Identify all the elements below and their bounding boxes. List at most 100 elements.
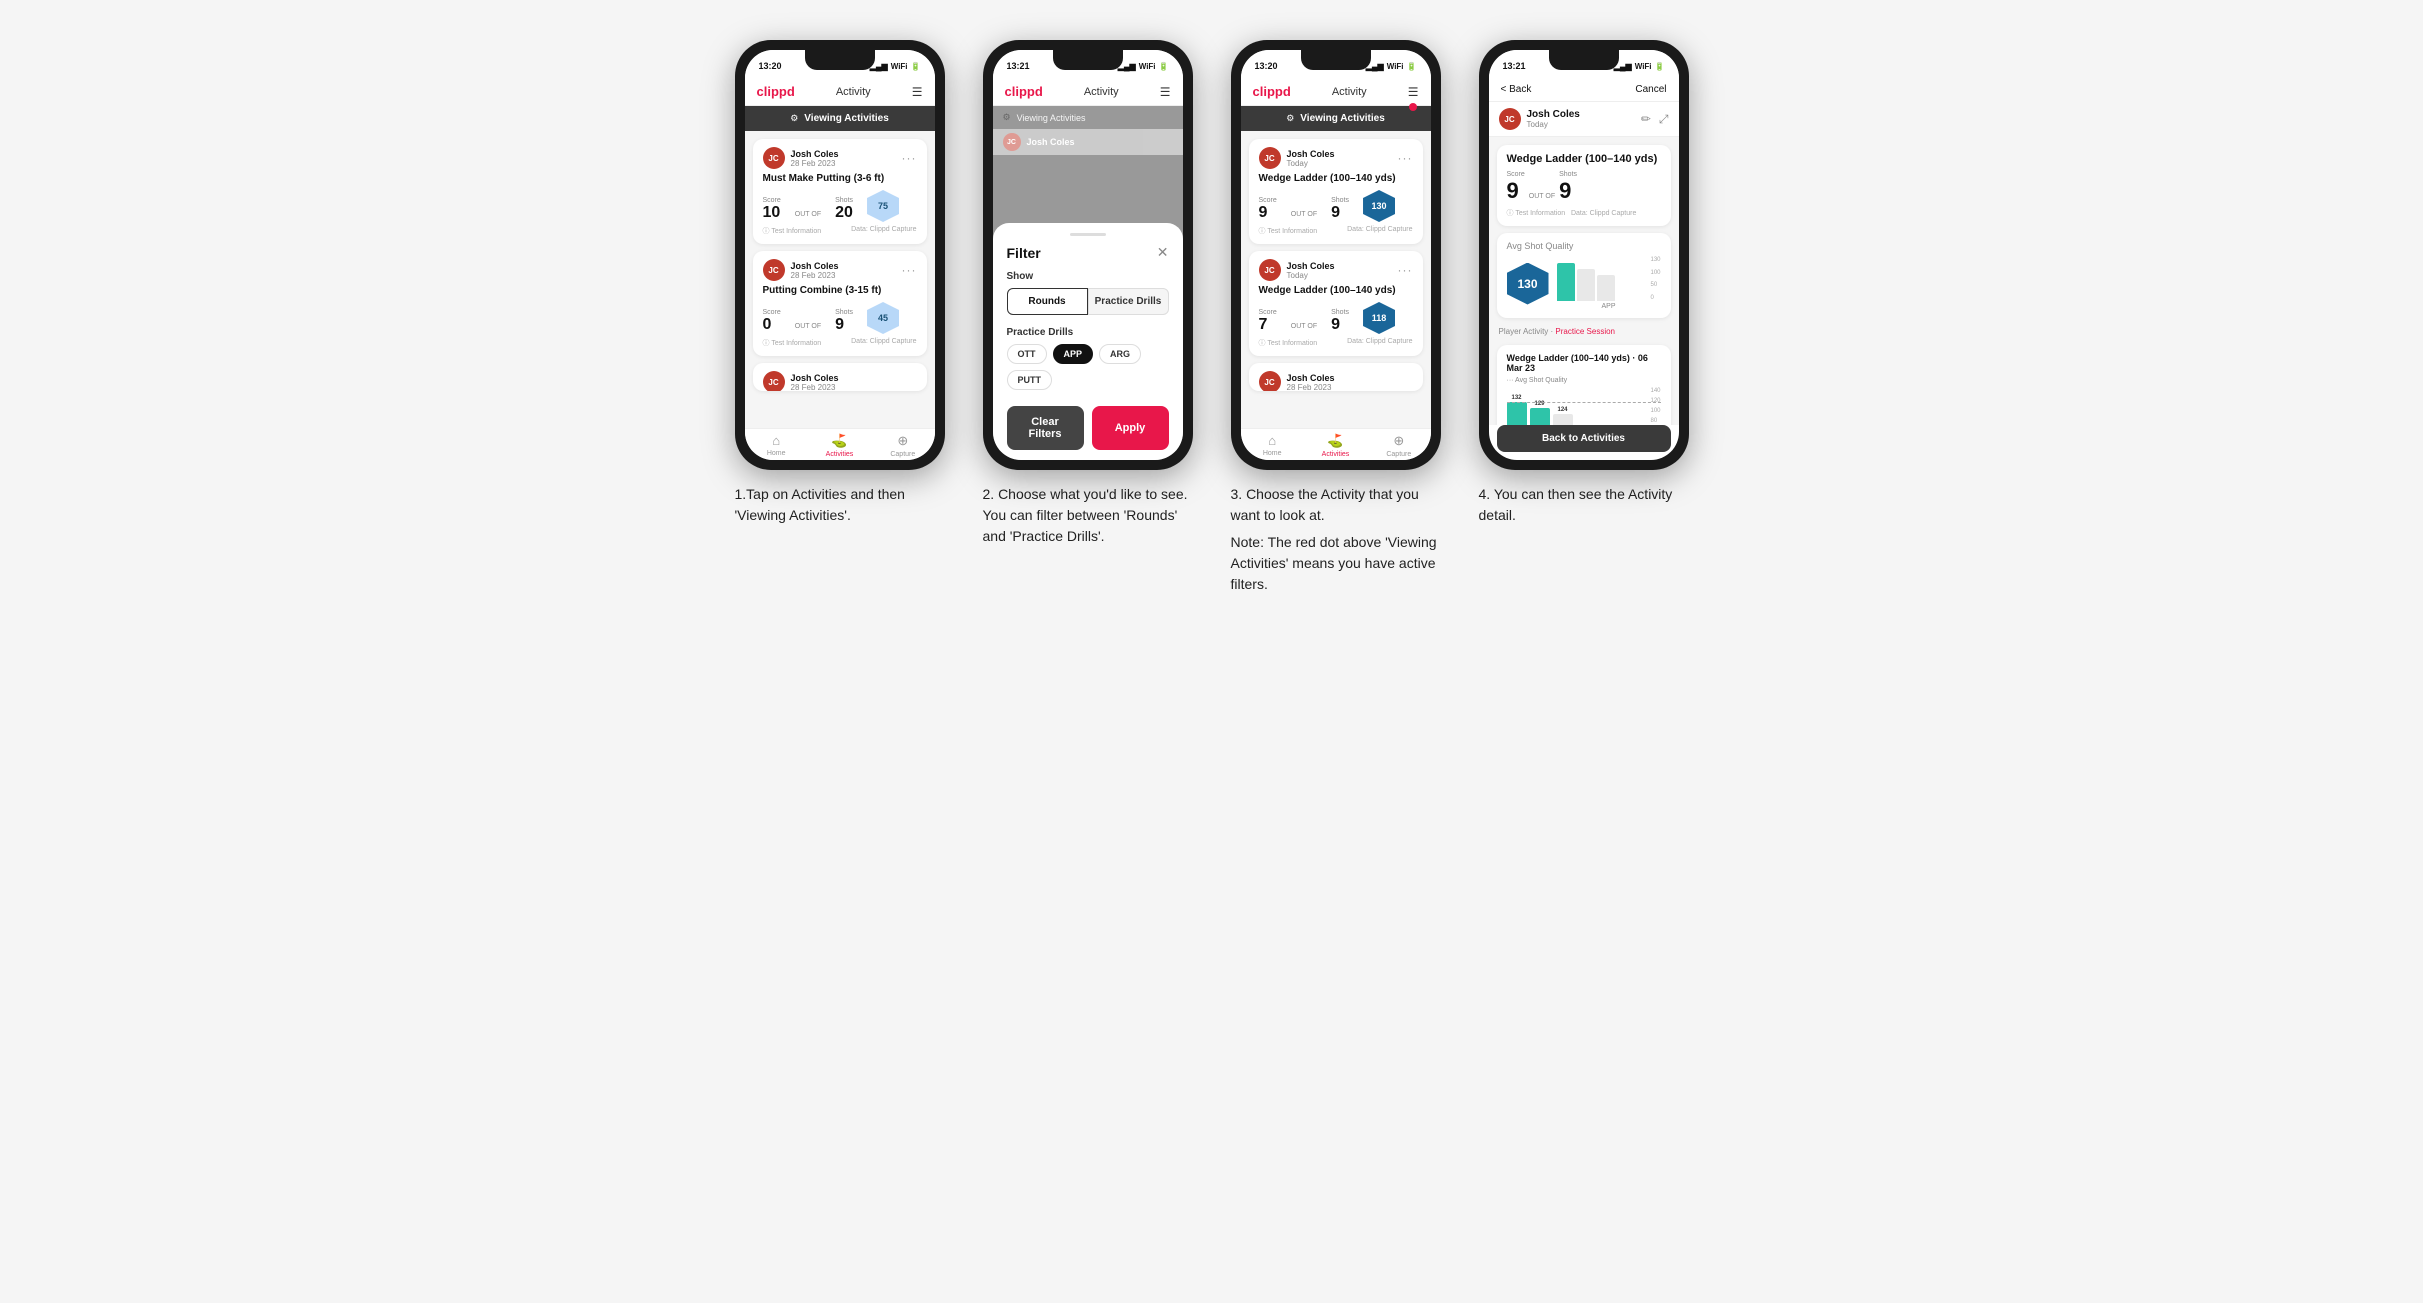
caption-4: 4. You can then see the Activity detail. [1479,484,1689,526]
activity-card-1-1[interactable]: JC Josh Coles 28 Feb 2023 ··· Must Make … [753,139,927,244]
menu-icon-2[interactable]: ☰ [1160,85,1171,99]
user-name-3-3: Josh Coles [1287,373,1335,383]
shots-val-3-1: 9 [1331,204,1340,221]
pill-ott-2[interactable]: OTT [1007,344,1047,364]
menu-icon-1[interactable]: ☰ [912,85,923,99]
sq-hex-val-4: 130 [1517,277,1537,291]
status-time-1: 13:20 [759,61,782,71]
card-user-3-2: JC Josh Coles Today [1259,259,1335,281]
phone-4: 13:21 ▂▄▆ WiFi 🔋 < Back Cancel JC [1479,40,1689,470]
nav-activities-3[interactable]: ⛳ Activities [1304,433,1367,458]
three-dots-1-2[interactable]: ··· [902,263,917,277]
nav-home-1[interactable]: ⌂ Home [745,433,808,458]
score-label-1-1: Score [763,197,781,204]
drill-card-title-4: Wedge Ladder (100–140 yds) · 06 Mar 23 [1507,353,1661,373]
viewing-banner-3[interactable]: ⚙ Viewing Activities [1241,106,1431,131]
header-title-1: Activity [836,86,871,98]
card-header-3-1: JC Josh Coles Today ··· [1259,147,1413,169]
ps-link-4[interactable]: Practice Session [1555,327,1615,336]
nav-capture-3[interactable]: ⊕ Capture [1367,433,1430,458]
battery-icon-3: 🔋 [1407,62,1417,71]
user-name-1-2: Josh Coles [791,261,839,271]
viewing-banner-1[interactable]: ⚙ Viewing Activities [745,106,935,131]
card-header-1-1: JC Josh Coles 28 Feb 2023 ··· [763,147,917,169]
activity-card-1-3[interactable]: JC Josh Coles 28 Feb 2023 [753,363,927,391]
blurred-banner-text-2: Viewing Activities [1017,113,1086,123]
activity-card-1-2[interactable]: JC Josh Coles 28 Feb 2023 ··· Putting Co… [753,251,927,356]
status-icons-2: ▂▄▆ WiFi 🔋 [1118,62,1169,71]
three-dots-1-1[interactable]: ··· [902,151,917,165]
three-dots-3-1[interactable]: ··· [1398,151,1413,165]
activity-card-3-1[interactable]: JC Josh Coles Today ··· Wedge Ladder (10… [1249,139,1423,244]
phone-1-inner: 13:20 ▂▄▆ WiFi 🔋 clippd Activity ☰ ⚙ [745,50,935,460]
filter-icon-3: ⚙ [1286,113,1294,124]
detail-actions-4: ✏ ⤢ [1641,112,1669,127]
apply-btn-2[interactable]: Apply [1092,406,1169,450]
nav-activities-1[interactable]: ⛳ Activities [808,433,871,458]
banner-text-1: Viewing Activities [804,113,888,124]
y-label-100: 100 [1650,270,1660,276]
practice-session-label-4: Player Activity · Practice Session [1497,325,1671,338]
avatar-1-2: JC [763,259,785,281]
expand-icon-4[interactable]: ⤢ [1659,112,1669,127]
user-info-3-3: Josh Coles 28 Feb 2023 [1287,373,1335,392]
phone-notch-4 [1549,50,1619,70]
activity-card-3-3[interactable]: JC Josh Coles 28 Feb 2023 [1249,363,1423,391]
test-info-3-1: ⓘ Test Information [1259,226,1318,236]
score-label-3-2: Score [1259,309,1277,316]
user-date-3-3: 28 Feb 2023 [1287,383,1335,392]
user-info-1-2: Josh Coles 28 Feb 2023 [791,261,839,280]
user-date-1-1: 28 Feb 2023 [791,159,839,168]
cancel-btn-4[interactable]: Cancel [1635,84,1666,95]
card-title-1-2: Putting Combine (3-15 ft) [763,285,917,296]
activity-card-3-2[interactable]: JC Josh Coles Today ··· Wedge Ladder (10… [1249,251,1423,356]
shots-val-3-2: 9 [1331,316,1340,333]
nav-home-3[interactable]: ⌂ Home [1241,433,1304,458]
nav-capture-1[interactable]: ⊕ Capture [871,433,934,458]
nav-activities-label-1: Activities [826,451,854,458]
back-btn-4[interactable]: < Back [1501,84,1532,95]
logo-1: clippd [757,84,795,99]
practice-drills-label-2: Practice Drills [1007,327,1169,338]
detail-score-label-4: Score [1507,171,1525,178]
user-date-3-1: Today [1287,159,1335,168]
pill-arg-2[interactable]: ARG [1099,344,1141,364]
sq-hex-1-2: 45 [867,302,899,334]
sq-hex-1-1: 75 [867,190,899,222]
header-title-3: Activity [1332,86,1367,98]
user-date-1-2: 28 Feb 2023 [791,271,839,280]
card-title-3-1: Wedge Ladder (100–140 yds) [1259,173,1413,184]
y-label-0: 0 [1650,295,1660,301]
phones-row: 13:20 ▂▄▆ WiFi 🔋 clippd Activity ☰ ⚙ [730,40,1694,595]
filter-overlay-2: Filter ✕ Show Rounds Practice Drills Pra… [993,155,1183,460]
caption-2: 2. Choose what you'd like to see. You ca… [983,484,1193,547]
sq-hex-3-2: 118 [1363,302,1395,334]
shots-val-1-1: 20 [835,204,853,221]
score-val-3-1: 9 [1259,204,1268,221]
menu-icon-3[interactable]: ☰ [1408,85,1419,99]
card-title-3-2: Wedge Ladder (100–140 yds) [1259,285,1413,296]
toggle-rounds-2[interactable]: Rounds [1007,288,1088,315]
filter-icon-1: ⚙ [790,113,798,124]
shots-val-1-2: 9 [835,316,844,333]
back-to-activities-btn-4[interactable]: Back to Activities [1497,425,1671,452]
bottom-nav-3: ⌂ Home ⛳ Activities ⊕ Capture [1241,428,1431,460]
close-btn-2[interactable]: ✕ [1157,244,1169,261]
clear-filters-btn-2[interactable]: Clear Filters [1007,406,1084,450]
avatar-4: JC [1499,108,1521,130]
sq-hex-large-4: 130 [1507,263,1549,305]
sq-val-1-1: 75 [878,201,888,211]
detail-shots-label-4: Shots [1559,171,1577,178]
shots-block-3-2: Shots 9 [1331,309,1349,334]
edit-icon-4[interactable]: ✏ [1641,112,1651,127]
pill-putt-2[interactable]: PUTT [1007,370,1053,390]
toggle-practice-2[interactable]: Practice Drills [1088,288,1169,315]
user-name-3-2: Josh Coles [1287,261,1335,271]
status-time-4: 13:21 [1503,61,1526,71]
outof-1-2: OUT OF [795,323,821,330]
pill-app-2[interactable]: APP [1053,344,1094,364]
score-label-1-2: Score [763,309,781,316]
card-footer-3-2: ⓘ Test Information Data: Clippd Capture [1259,338,1413,348]
shots-block-3-1: Shots 9 [1331,197,1349,222]
three-dots-3-2[interactable]: ··· [1398,263,1413,277]
